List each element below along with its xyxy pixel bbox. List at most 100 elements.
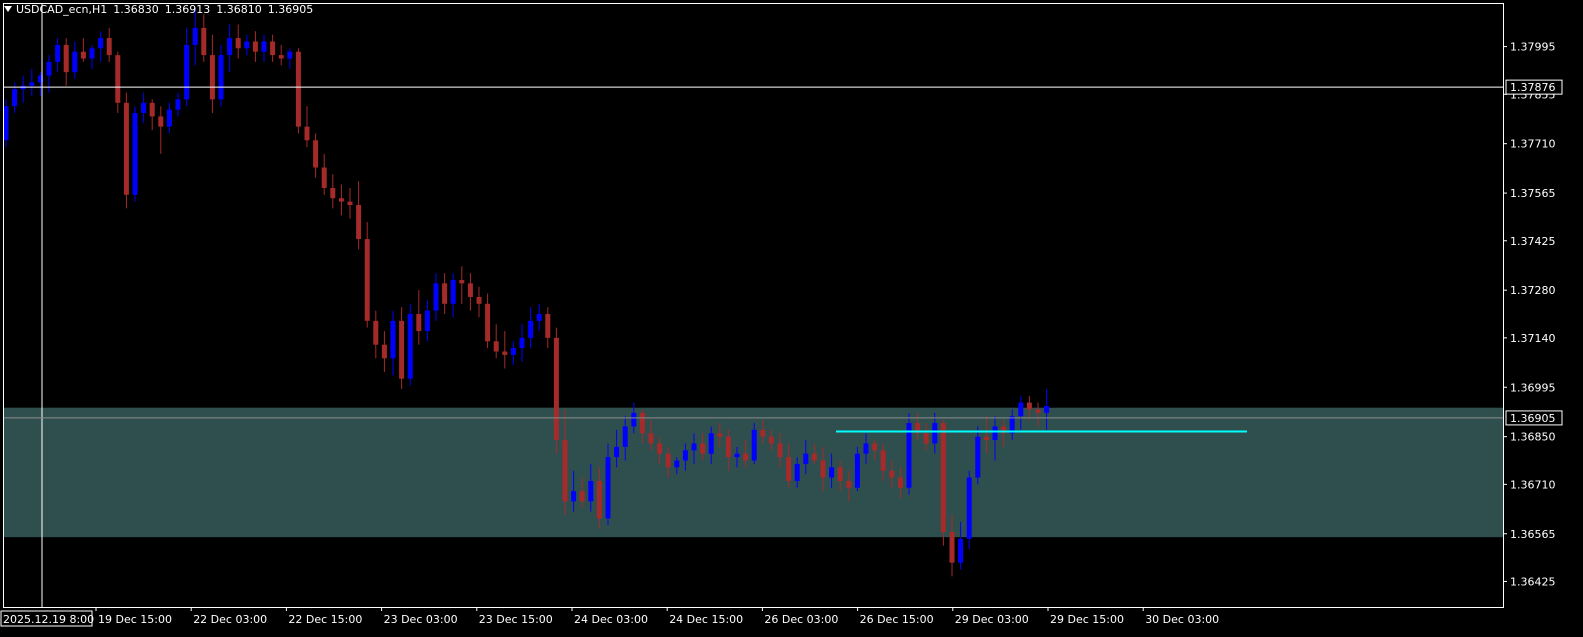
candle-body <box>829 467 835 478</box>
symbol-header[interactable]: USDCAD_ecn,H1 1.36830 1.36913 1.36810 1.3690… <box>4 3 313 16</box>
candle-body <box>227 38 233 56</box>
candle-body <box>433 283 439 311</box>
candle-body <box>906 423 912 488</box>
candle-body <box>89 48 95 59</box>
price-tick-label: 1.37995 <box>1510 41 1556 54</box>
candle-body <box>923 433 929 444</box>
candle-body <box>347 201 353 205</box>
candle-body <box>665 453 671 468</box>
candle-body <box>209 55 215 100</box>
candle-body <box>321 167 327 188</box>
ohlc-open: 1.36830 <box>113 3 159 16</box>
candle-body <box>588 480 594 502</box>
candle-body <box>639 412 645 434</box>
price-axis: 1.379951.378551.377101.375651.374251.372… <box>1503 41 1563 588</box>
candle-body <box>373 320 379 345</box>
candle-body <box>992 426 998 441</box>
time-tick-label: 22 Dec 15:00 <box>288 613 362 626</box>
candle-body <box>149 102 155 117</box>
candle-body <box>201 27 207 56</box>
current-price-label: 1.36905 <box>1510 412 1556 425</box>
candle-body <box>553 337 559 441</box>
candle-body <box>381 344 387 359</box>
candle-body <box>442 283 448 304</box>
time-tick-label: 24 Dec 03:00 <box>574 613 648 626</box>
candle-body <box>932 423 938 444</box>
candle-body <box>450 279 456 304</box>
price-tick-label: 1.36850 <box>1510 431 1556 444</box>
zone-rect <box>4 407 1503 538</box>
candle-body <box>734 453 740 458</box>
candle-body <box>743 453 749 461</box>
price-tick-label: 1.36565 <box>1510 528 1556 541</box>
time-tick-label: 29 Dec 03:00 <box>955 613 1029 626</box>
candle-body <box>717 433 723 437</box>
candle-body <box>510 348 516 355</box>
candle-body <box>949 532 955 563</box>
candle-body <box>184 44 190 100</box>
candle-body <box>356 205 362 240</box>
candle-body <box>338 198 344 202</box>
candle-body <box>407 314 413 379</box>
candle-body <box>614 446 620 458</box>
candle-body <box>1035 409 1041 413</box>
time-tick-label: 26 Dec 03:00 <box>764 613 838 626</box>
candle-body <box>252 41 258 52</box>
candle-body <box>700 443 706 454</box>
candle-body <box>485 303 491 342</box>
candle-body <box>55 44 61 62</box>
crosshair-price-label: 1.37876 <box>1510 81 1556 94</box>
candle-body <box>278 55 284 59</box>
candle-body <box>596 480 602 519</box>
price-tick-label: 1.36710 <box>1510 478 1556 491</box>
candle-body <box>476 296 482 304</box>
time-tick-label: 26 Dec 15:00 <box>860 613 934 626</box>
candle-body <box>708 433 714 454</box>
candle-body <box>72 51 78 73</box>
candle-body <box>295 51 301 127</box>
candle-body <box>674 460 680 468</box>
candle-body <box>872 443 878 451</box>
time-tick-label: 19 Dec 15:00 <box>98 613 172 626</box>
candle-body <box>416 314 422 332</box>
candle-body <box>493 341 499 352</box>
candle-body <box>399 320 405 379</box>
candle-body <box>192 27 198 45</box>
price-tick-label: 1.37565 <box>1510 187 1556 200</box>
candle-body <box>863 443 869 454</box>
dropdown-triangle-icon[interactable] <box>4 6 12 12</box>
candle-body <box>270 41 276 56</box>
candle-body <box>571 491 577 502</box>
candle-body <box>983 436 989 441</box>
candle-body <box>820 460 826 478</box>
time-tick-label: 22 Dec 03:00 <box>193 613 267 626</box>
supply-demand-zone <box>4 407 1503 538</box>
candle-body <box>1044 406 1050 413</box>
candle-body <box>536 314 542 321</box>
candle-body <box>80 51 86 59</box>
price-tick-label: 1.37425 <box>1510 235 1556 248</box>
time-tick-label: 30 Dec 03:00 <box>1145 613 1219 626</box>
candle-body <box>657 443 663 454</box>
candle-body <box>519 337 525 349</box>
time-tick-label: 29 Dec 15:00 <box>1050 613 1124 626</box>
candle-body <box>751 429 757 461</box>
candle-body <box>166 109 172 127</box>
ohlc-close: 1.36905 <box>267 3 314 16</box>
candle-body <box>897 477 903 488</box>
candle-body <box>12 89 18 107</box>
candle-body <box>244 41 250 49</box>
candle-body <box>622 426 628 447</box>
time-tick-label: 24 Dec 15:00 <box>669 613 743 626</box>
price-chart[interactable]: 1.379951.378551.377101.375651.374251.372… <box>0 0 1583 637</box>
candle-body <box>364 239 370 321</box>
candle-body <box>1018 402 1024 417</box>
candle-body <box>459 279 465 284</box>
candle-body <box>691 443 697 451</box>
candle-body <box>958 538 964 563</box>
candle-body <box>803 453 809 464</box>
candle-body <box>1026 402 1032 410</box>
candle-body <box>768 436 774 444</box>
candle-body <box>605 457 611 519</box>
candle-body <box>889 470 895 478</box>
